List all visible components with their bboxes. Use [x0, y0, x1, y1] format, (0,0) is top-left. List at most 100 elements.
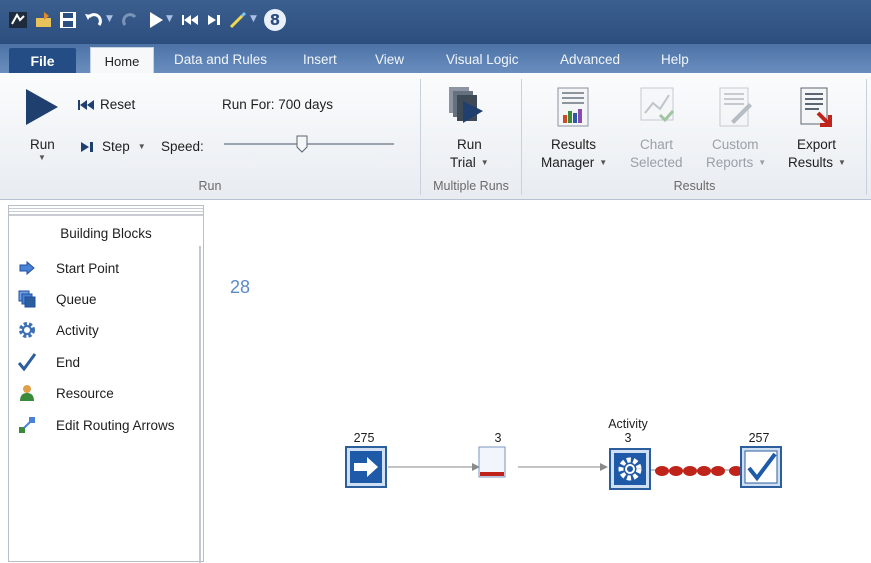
custom-reports-line2: Reports — [706, 155, 754, 170]
ribbon-tabs: File Home Data and Rules Insert View Vis… — [0, 44, 871, 75]
step-dropdown-icon: ▼ — [137, 142, 146, 151]
block-label: Queue — [56, 291, 97, 307]
queue-count: 3 — [494, 431, 502, 445]
run-label[interactable]: Run — [30, 137, 55, 152]
reset-icon[interactable] — [180, 10, 200, 30]
run-button[interactable] — [24, 87, 60, 130]
queue-icon — [17, 289, 37, 309]
run-dropdown-icon[interactable]: ▼ — [166, 14, 173, 24]
activity-node[interactable] — [609, 448, 651, 490]
tab-advanced[interactable]: Advanced — [560, 52, 620, 67]
panel-scrollbar[interactable] — [199, 246, 201, 563]
version-badge[interactable]: 8 — [264, 9, 286, 31]
tab-insert[interactable]: Insert — [303, 52, 337, 67]
group-separator — [420, 79, 421, 195]
start-point-node[interactable] — [345, 446, 387, 488]
tab-view[interactable]: View — [375, 52, 404, 67]
start-count: 275 — [353, 431, 375, 445]
open-icon[interactable] — [34, 10, 54, 30]
block-edit-routing-arrows[interactable]: Edit Routing Arrows — [17, 413, 197, 437]
step-label: Step — [102, 139, 130, 154]
block-resource[interactable]: Resource — [17, 381, 197, 405]
undo-icon[interactable] — [82, 10, 102, 30]
block-queue[interactable]: Queue — [17, 287, 197, 311]
arrow-right-icon — [345, 446, 387, 488]
person-icon — [17, 383, 37, 403]
step-button[interactable]: Step ▼ — [80, 139, 146, 154]
activity-name: Activity — [608, 417, 648, 431]
undo-dropdown-icon[interactable]: ▼ — [106, 14, 113, 24]
reset-button[interactable]: Reset — [78, 97, 135, 112]
run-trial-dropdown-icon: ▼ — [480, 158, 489, 167]
custom-reports-button[interactable]: Reports ▼ — [706, 155, 766, 170]
redo-icon[interactable] — [120, 10, 140, 30]
tab-help[interactable]: Help — [661, 52, 689, 67]
model-canvas[interactable] — [210, 205, 871, 562]
block-activity[interactable]: Activity — [17, 318, 197, 342]
customize-dropdown-icon[interactable]: ▼ — [250, 14, 257, 24]
export-results-line1[interactable]: Export — [797, 137, 836, 152]
reset-icon — [78, 99, 94, 110]
tab-visual-logic[interactable]: Visual Logic — [446, 52, 519, 67]
custom-reports-icon[interactable] — [719, 87, 753, 130]
tab-data-and-rules[interactable]: Data and Rules — [174, 52, 267, 67]
group-separator — [866, 79, 867, 195]
save-icon[interactable] — [58, 10, 78, 30]
results-manager-dropdown-icon: ▼ — [599, 158, 608, 167]
building-blocks-title: Building Blocks — [60, 226, 152, 241]
run-group-label: Run — [198, 179, 222, 193]
end-node[interactable] — [740, 446, 782, 488]
ribbon: Run ▼ Reset Step ▼ Speed: Run For: 700 d… — [0, 73, 871, 200]
tab-file[interactable]: File — [9, 48, 76, 74]
multiple-runs-group-label: Multiple Runs — [433, 179, 509, 193]
export-results-icon[interactable] — [800, 87, 836, 132]
export-results-dropdown-icon: ▼ — [838, 158, 846, 167]
panel-grip[interactable] — [9, 206, 203, 216]
activity-count: 3 — [624, 431, 632, 445]
routing-arrow-icon — [17, 415, 37, 435]
run-icon[interactable] — [146, 10, 166, 30]
block-label: Edit Routing Arrows — [56, 417, 175, 433]
queue-icon — [478, 446, 506, 478]
run-trial-line2: Trial — [450, 155, 476, 170]
arrow-right-icon — [17, 258, 37, 278]
chart-selected-icon[interactable] — [640, 87, 675, 128]
step-icon[interactable] — [204, 10, 224, 30]
gear-icon — [609, 448, 651, 490]
run-dropdown-icon[interactable]: ▼ — [38, 153, 46, 162]
results-manager-icon[interactable] — [557, 87, 589, 130]
checkmark-icon — [17, 352, 37, 372]
building-blocks-panel: Building Blocks Start Point Queue Activi… — [8, 205, 204, 563]
export-results-button[interactable]: Results ▼ — [788, 155, 846, 170]
results-manager-line1[interactable]: Results — [551, 137, 596, 152]
block-label: Start Point — [56, 260, 120, 276]
queue-node[interactable] — [478, 446, 508, 486]
export-results-line2: Results — [788, 155, 834, 170]
quick-access-toolbar: ▼ ▼ ▼ 8 — [0, 0, 871, 44]
tab-home[interactable]: Home — [90, 47, 154, 75]
speed-slider-thumb[interactable] — [296, 135, 308, 156]
paint-icon[interactable] — [228, 10, 248, 30]
custom-reports-dropdown-icon: ▼ — [758, 158, 767, 167]
block-label: Activity — [56, 322, 99, 338]
results-manager-button[interactable]: Manager ▼ — [541, 155, 607, 170]
block-end[interactable]: End — [17, 350, 197, 374]
reset-label: Reset — [100, 97, 136, 112]
chart-selected-line2[interactable]: Selected — [630, 155, 683, 170]
speed-slider-track[interactable] — [224, 143, 394, 145]
run-trial-button[interactable]: Trial ▼ — [450, 155, 489, 170]
block-label: End — [56, 354, 81, 370]
custom-reports-line1[interactable]: Custom — [712, 137, 759, 152]
simulation-clock: 28 — [230, 277, 251, 297]
group-separator — [521, 79, 522, 195]
block-start-point[interactable]: Start Point — [17, 256, 197, 280]
run-for-label[interactable]: Run For: 700 days — [222, 97, 333, 112]
run-trial-icon[interactable] — [447, 85, 485, 128]
run-trial-line1[interactable]: Run — [457, 137, 482, 152]
block-label: Resource — [56, 385, 114, 401]
chart-selected-line1[interactable]: Chart — [640, 137, 673, 152]
speed-label: Speed: — [161, 139, 204, 154]
gear-icon — [17, 320, 37, 340]
step-icon — [81, 141, 93, 152]
app-icon[interactable] — [8, 10, 28, 30]
